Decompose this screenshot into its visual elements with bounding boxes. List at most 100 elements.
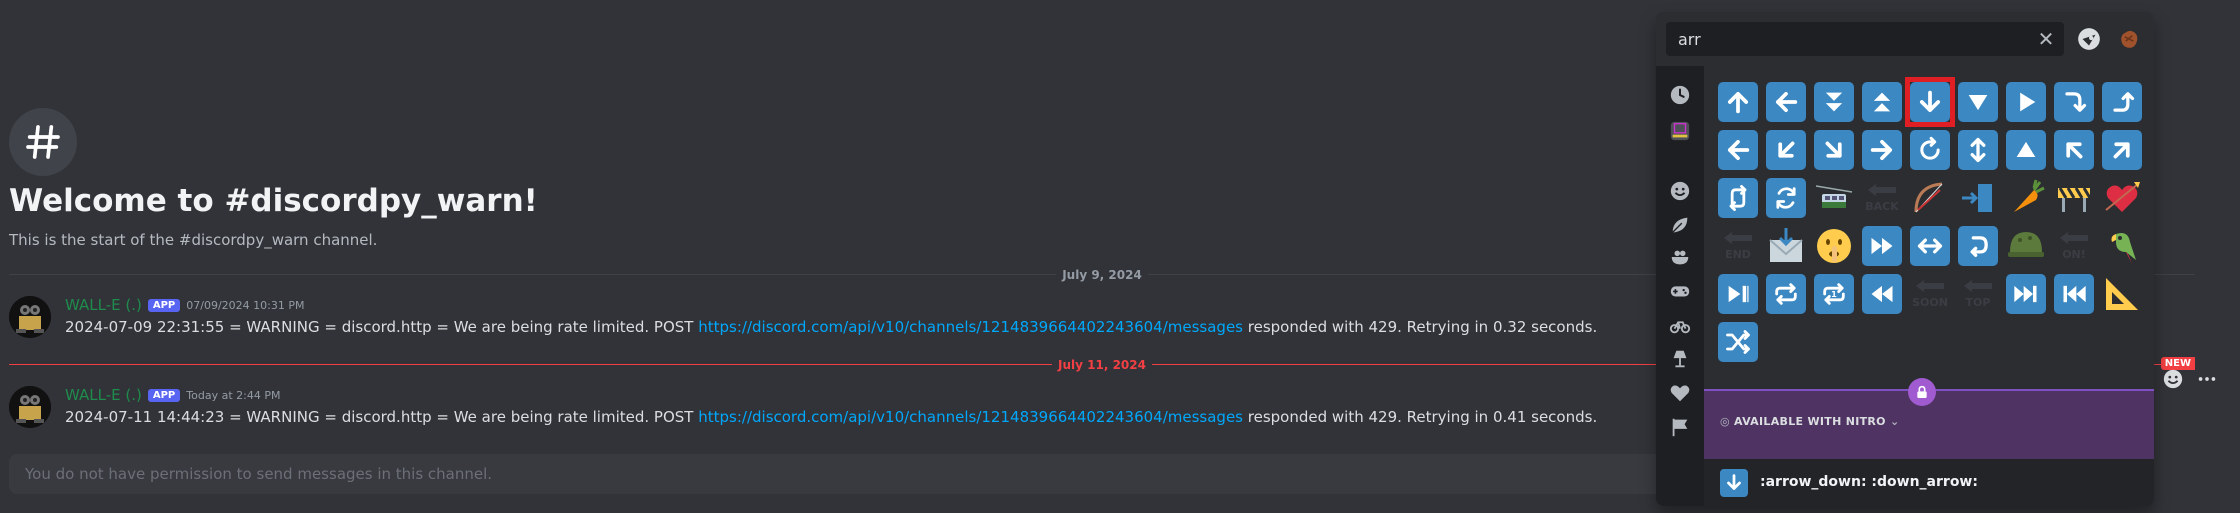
emoji-soon-arrow[interactable]: SOON — [1906, 270, 1954, 318]
curve-down-icon — [2054, 82, 2094, 122]
channel-hash-icon — [9, 108, 77, 176]
more-options-icon[interactable] — [2194, 366, 2220, 392]
emoji-shushing-face[interactable] — [1810, 222, 1858, 270]
emoji-repeat[interactable] — [1762, 270, 1810, 318]
emoji-heart-arrow[interactable] — [2098, 174, 2146, 222]
clear-search-icon[interactable]: ✕ — [2036, 29, 2056, 49]
emoji-end-arrow[interactable]: END — [1714, 222, 1762, 270]
date-divider-label: July 11, 2024 — [1052, 358, 1152, 372]
emoji-arrow-up-left[interactable] — [2050, 126, 2098, 174]
emoji-arrow-left[interactable] — [1762, 78, 1810, 126]
emoji-search-input[interactable] — [1666, 22, 2038, 56]
arrow-down-right-icon — [1814, 130, 1854, 170]
symbols-heart-icon[interactable] — [1665, 378, 1695, 408]
emoji-arrow-left[interactable] — [1714, 126, 1762, 174]
emoji-shuffle[interactable] — [1714, 318, 1762, 366]
emoji-triangle-down[interactable] — [1954, 78, 2002, 126]
recent-clock-icon[interactable] — [1665, 80, 1695, 110]
emoji-carrot[interactable] — [2002, 174, 2050, 222]
message-author[interactable]: WALL-E (.) — [65, 296, 142, 314]
add-reaction-icon[interactable] — [2160, 366, 2186, 392]
emoji-double-down[interactable] — [1810, 78, 1858, 126]
nitro-sticker-icon[interactable] — [2074, 24, 2104, 54]
emoji-back-arrow[interactable]: BACK — [1858, 174, 1906, 222]
emoji-repeat-vertical[interactable] — [1714, 174, 1762, 222]
arrow-down-icon — [1910, 82, 1950, 122]
message-link[interactable]: https://discord.com/api/v10/channels/121… — [698, 318, 1243, 336]
emoji-triangular-ruler[interactable] — [2098, 270, 2146, 318]
emoji-picker: ✕ — [1656, 12, 2154, 506]
emoji-left-right[interactable] — [1906, 222, 1954, 270]
emoji-curve-up[interactable] — [2098, 78, 2146, 126]
emoji-triangle-up[interactable] — [2002, 126, 2050, 174]
emoji-arrow-up-right[interactable] — [2098, 126, 2146, 174]
message-author[interactable]: WALL-E (.) — [65, 386, 142, 404]
emoji-arrow-down[interactable] — [1905, 77, 1955, 127]
svg-text:ON!: ON! — [2062, 248, 2086, 261]
bow-and-arrow-icon — [1910, 178, 1950, 218]
emoji-fast-prev[interactable] — [2050, 270, 2098, 318]
svg-text:END: END — [1725, 248, 1751, 261]
message-header: WALL-E (.) APP Today at 2:44 PM — [65, 386, 280, 404]
travel-bike-icon[interactable] — [1665, 310, 1695, 340]
arrow-up-icon — [1718, 82, 1758, 122]
emoji-arrow-down-right[interactable] — [1810, 126, 1858, 174]
on-arrow-icon: ON! — [2054, 226, 2094, 266]
emoji-bow-and-arrow[interactable] — [1906, 174, 1954, 222]
welcome-subtitle: This is the start of the #discordpy_warn… — [9, 231, 378, 249]
emoji-arrow-right[interactable] — [1858, 126, 1906, 174]
nature-leaf-icon[interactable] — [1665, 210, 1695, 240]
date-divider-label: July 9, 2024 — [1056, 268, 1148, 282]
emoji-fast-forward[interactable] — [1858, 222, 1906, 270]
carrot-icon — [2006, 178, 2046, 218]
emoji-return-right[interactable] — [1954, 222, 2002, 270]
skin-tone-icon[interactable] — [2114, 24, 2144, 54]
emoji-inbox-arrow[interactable] — [1954, 174, 2002, 222]
food-bowl-icon[interactable] — [1665, 242, 1695, 272]
emoji-curve-left[interactable] — [1906, 126, 1954, 174]
server-emoji-icon[interactable] — [1665, 116, 1695, 146]
nitro-header[interactable]: ◎ AVAILABLE WITH NITRO ⌄ — [1720, 415, 1900, 428]
emoji-envelope-arrow[interactable] — [1762, 222, 1810, 270]
emoji-refresh[interactable] — [1762, 174, 1810, 222]
inbox-arrow-icon — [1958, 178, 1998, 218]
repeat-icon — [1766, 274, 1806, 314]
app-badge: APP — [147, 298, 181, 312]
emoji-military-helmet[interactable] — [2002, 222, 2050, 270]
emoji-rewind[interactable] — [1858, 270, 1906, 318]
emoji-parrot[interactable] — [2098, 222, 2146, 270]
triangle-down-icon — [1958, 82, 1998, 122]
avatar[interactable] — [9, 386, 51, 428]
arrow-left-icon — [1766, 82, 1806, 122]
avatar[interactable] — [9, 296, 51, 338]
emoji-arrow-down-left[interactable] — [1762, 126, 1810, 174]
back-arrow-icon: BACK — [1862, 178, 1902, 218]
emoji-repeat-one[interactable]: 1 — [1810, 270, 1858, 318]
emoji-on-arrow[interactable]: ON! — [2050, 222, 2098, 270]
flags-icon[interactable] — [1665, 412, 1695, 442]
emoji-up-down[interactable] — [1954, 126, 2002, 174]
emoji-fast-next[interactable] — [2002, 270, 2050, 318]
message-header: WALL-E (.) APP 07/09/2024 10:31 PM — [65, 296, 304, 314]
emoji-next-track[interactable] — [1714, 270, 1762, 318]
emoji-construction[interactable] — [2050, 174, 2098, 222]
emoji-top-arrow[interactable]: TOP — [1954, 270, 2002, 318]
emoji-arrow-up[interactable] — [1714, 78, 1762, 126]
activity-gamepad-icon[interactable] — [1665, 276, 1695, 306]
parrot-icon — [2102, 226, 2142, 266]
emoji-double-up[interactable] — [1858, 78, 1906, 126]
repeat-one-icon: 1 — [1814, 274, 1854, 314]
double-up-icon — [1862, 82, 1902, 122]
message-link[interactable]: https://discord.com/api/v10/channels/121… — [698, 408, 1243, 426]
curve-left-icon — [1910, 130, 1950, 170]
top-arrow-icon: TOP — [1958, 274, 1998, 314]
shuffle-icon — [1718, 322, 1758, 362]
emoji-play[interactable] — [2002, 78, 2050, 126]
message-content: 2024-07-09 22:31:55 = WARNING = discord.… — [65, 318, 1597, 336]
emoji-aerial-tramway[interactable] — [1810, 174, 1858, 222]
shushing-face-icon — [1814, 226, 1854, 266]
emoji-curve-down[interactable] — [2050, 78, 2098, 126]
smiley-category-icon[interactable] — [1665, 176, 1695, 206]
objects-lamp-icon[interactable] — [1665, 344, 1695, 374]
envelope-arrow-icon — [1766, 226, 1806, 266]
